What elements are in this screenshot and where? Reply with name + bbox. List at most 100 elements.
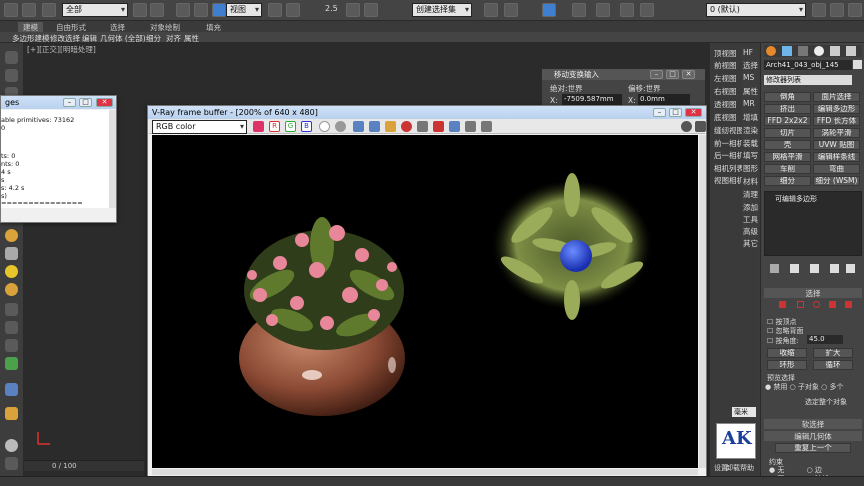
preview-disabled-radio[interactable]: ● 禁用 <box>765 383 787 391</box>
scale-icon[interactable] <box>212 3 226 17</box>
view-next-camera[interactable]: 后一相机 <box>714 150 744 161</box>
modifier-button[interactable]: FFD 2x2x2 <box>764 116 811 126</box>
object-name-input[interactable]: Arch41_043_obj_145 <box>764 60 852 70</box>
modifier-button[interactable]: 弯曲 <box>813 164 860 174</box>
modify-icon[interactable] <box>5 69 18 82</box>
motion-tab-icon[interactable] <box>814 46 824 56</box>
list2-item[interactable]: 清理 <box>743 189 758 200</box>
shrink-button[interactable]: 收缩 <box>767 348 807 358</box>
by-angle-check[interactable]: ☐ 按角度: <box>767 336 799 346</box>
red-channel-button[interactable]: R <box>269 121 280 132</box>
render-icon[interactable] <box>681 121 692 132</box>
view-sew[interactable]: 缝纫视图 <box>714 125 744 136</box>
constraint-edge-radio[interactable]: ○ 边 <box>807 466 822 474</box>
layer-select[interactable]: 0 (默认) <box>706 3 806 17</box>
edge-icon[interactable] <box>797 301 804 308</box>
orbit-icon[interactable] <box>5 439 18 452</box>
blue-channel-button[interactable]: B <box>301 121 312 132</box>
lens-effects-icon[interactable] <box>481 121 492 132</box>
modifier-button[interactable]: 细分 <box>764 176 811 186</box>
layer-edit-icon[interactable] <box>848 3 862 17</box>
ignore-backface-check[interactable]: ☐ 忽略背面 <box>767 326 804 336</box>
viewport-label[interactable]: [+][正交][明暗处理] <box>27 44 96 55</box>
view-prev-camera[interactable]: 前一相机 <box>714 138 744 149</box>
modifier-button[interactable]: 倒角 <box>764 92 811 102</box>
rotate-icon[interactable] <box>194 3 208 17</box>
green-channel-button[interactable]: G <box>285 121 296 132</box>
transform-titlebar[interactable]: 移动变换输入 <box>542 69 705 80</box>
render-image[interactable] <box>152 135 698 468</box>
view-perspective[interactable]: 透视图 <box>714 99 737 110</box>
vertex-icon[interactable] <box>779 301 786 308</box>
maximize-icon[interactable]: □ <box>669 108 682 117</box>
list2-item[interactable]: 装载 <box>743 138 758 149</box>
angle-snap-icon[interactable] <box>346 3 360 17</box>
list2-item[interactable]: 属性 <box>743 86 758 97</box>
help-label[interactable]: 帮助 <box>740 463 754 473</box>
list2-item[interactable]: 渲染 <box>743 125 758 136</box>
view-top[interactable]: 顶视图 <box>714 48 737 59</box>
vfb-titlebar[interactable]: V-Ray frame buffer - [200% of 640 x 480] <box>148 106 706 119</box>
modifier-button[interactable]: UVW 贴图 <box>813 140 860 150</box>
spacewarps-icon[interactable] <box>5 339 18 352</box>
minimize-icon[interactable]: – <box>653 108 666 117</box>
select-by-name-icon[interactable] <box>150 3 164 17</box>
world-icon[interactable] <box>5 383 18 396</box>
view-camera-list[interactable]: 相机列表 <box>714 163 744 174</box>
named-selection-set[interactable]: 创建选择集 <box>412 3 472 17</box>
messages-scrollbar[interactable] <box>109 110 116 208</box>
list2-item[interactable]: 高级 <box>743 226 758 237</box>
view-bottom[interactable]: 底视图 <box>714 112 737 123</box>
constraint-none-radio[interactable]: ● 无 <box>769 466 784 474</box>
modifier-button[interactable]: 壳 <box>764 140 811 150</box>
render-icon[interactable] <box>640 3 654 17</box>
history-icon[interactable] <box>465 121 476 132</box>
modifier-button[interactable]: 细分 (WSM) <box>813 176 860 186</box>
list2-item[interactable]: MS <box>743 73 754 82</box>
view-right[interactable]: 右视图 <box>714 86 737 97</box>
modify-tab-icon[interactable] <box>782 46 792 56</box>
maximize-icon[interactable] <box>5 457 18 470</box>
list2-item[interactable]: HF <box>743 48 753 57</box>
vfb-horizontal-scrollbar[interactable] <box>152 469 698 475</box>
alpha-icon[interactable] <box>319 121 330 132</box>
units-select[interactable]: 毫米 <box>732 407 756 417</box>
modifier-button[interactable]: 涡轮平滑 <box>813 128 860 138</box>
list2-item[interactable]: 选择 <box>743 60 758 71</box>
link-icon[interactable] <box>42 3 56 17</box>
layer-add-icon[interactable] <box>812 3 826 17</box>
configure-sets-icon[interactable] <box>846 264 855 273</box>
time-slider[interactable]: 0 / 100 <box>24 460 144 471</box>
list2-item[interactable]: 其它 <box>743 238 758 249</box>
color-picker-icon[interactable] <box>253 121 264 132</box>
modifier-button[interactable]: 挤出 <box>764 104 811 114</box>
mono-icon[interactable] <box>335 121 346 132</box>
selection-rollout-header[interactable]: 选择 <box>764 288 862 298</box>
list2-item[interactable]: 添加 <box>743 202 758 213</box>
polygon-icon[interactable] <box>829 301 836 308</box>
unload-label[interactable]: 卸载 <box>726 463 740 473</box>
border-icon[interactable] <box>813 301 820 308</box>
sphere-icon[interactable] <box>5 229 18 242</box>
layer-manager-icon[interactable] <box>542 3 556 17</box>
minimize-icon[interactable]: – <box>650 70 663 79</box>
maximize-icon[interactable]: □ <box>666 70 679 79</box>
remove-modifier-icon[interactable] <box>830 264 839 273</box>
view-front[interactable]: 前视图 <box>714 60 737 71</box>
redo-icon[interactable] <box>22 3 36 17</box>
modifier-button[interactable]: 车削 <box>764 164 811 174</box>
close-icon[interactable]: ✕ <box>685 108 702 117</box>
material-editor-icon[interactable] <box>596 3 610 17</box>
modifier-list-select[interactable]: 修改器列表 <box>764 75 852 85</box>
modifier-button[interactable]: 编辑多边形 <box>813 104 860 114</box>
minimize-icon[interactable]: – <box>63 98 76 107</box>
grow-button[interactable]: 扩大 <box>813 348 853 358</box>
modifier-button[interactable]: 编辑样条线 <box>813 152 860 162</box>
angle-input[interactable]: 45.0 <box>807 335 843 344</box>
helpers-icon[interactable] <box>5 321 18 334</box>
vfb-vertical-scrollbar[interactable] <box>699 135 706 468</box>
select-object-icon[interactable] <box>133 3 147 17</box>
offset-x-input[interactable]: 0.0mm <box>638 94 690 105</box>
close-icon[interactable]: ✕ <box>96 98 113 107</box>
repeat-last-button[interactable]: 重复上一个 <box>775 443 851 453</box>
